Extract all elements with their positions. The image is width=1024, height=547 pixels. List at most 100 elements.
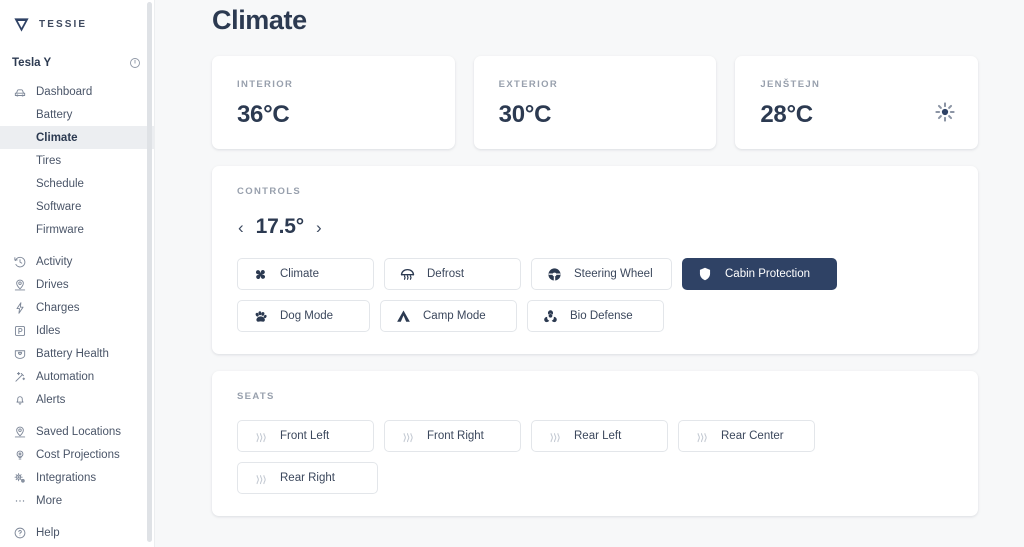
control-button-climate[interactable]: Climate xyxy=(237,258,374,290)
sidebar-scrollbar[interactable] xyxy=(147,2,152,542)
sidebar-item-alerts[interactable]: Alerts xyxy=(0,388,155,411)
control-button-label: Steering Wheel xyxy=(574,268,653,280)
fan-icon xyxy=(251,266,269,283)
heat-wave-icon xyxy=(398,428,416,445)
biohazard-icon xyxy=(541,308,559,325)
stat-label: JENŠTEJN xyxy=(760,79,821,90)
sidebar-item-drives[interactable]: Drives xyxy=(0,273,155,296)
seat-button-rear-center[interactable]: Rear Center xyxy=(678,420,815,452)
sidebar-item-battery[interactable]: Battery xyxy=(0,103,155,126)
tent-icon xyxy=(394,308,412,325)
sidebar-item-label: Charges xyxy=(36,301,80,314)
vehicle-name: Tesla Y xyxy=(12,57,52,69)
steering-icon xyxy=(545,266,563,283)
sidebar-item-label: Automation xyxy=(36,370,95,383)
stat-text: INTERIOR 36°C xyxy=(237,79,293,129)
sidebar-item-label: Dashboard xyxy=(36,85,93,98)
sidebar-item-idles[interactable]: Idles xyxy=(0,319,155,342)
seat-button-rear-left[interactable]: Rear Left xyxy=(531,420,668,452)
sidebar-item-label: Schedule xyxy=(36,177,84,190)
page-title: Climate xyxy=(212,5,307,35)
parking-icon xyxy=(12,324,28,338)
stat-label: EXTERIOR xyxy=(498,79,559,90)
sidebar-item-saved-locations[interactable]: Saved Locations xyxy=(0,420,155,443)
control-button-defrost[interactable]: Defrost xyxy=(384,258,521,290)
sidebar-item-label: Tires xyxy=(36,154,62,167)
seat-button-front-right[interactable]: Front Right xyxy=(384,420,521,452)
lightbulb-icon xyxy=(12,448,28,462)
sidebar-item-label: Battery xyxy=(36,108,73,121)
sidebar-item-schedule[interactable]: Schedule xyxy=(0,172,155,195)
control-button-label: Cabin Protection xyxy=(725,268,811,280)
brand-logo[interactable]: TESSIE xyxy=(0,0,155,36)
sidebar-item-label: Saved Locations xyxy=(36,425,122,438)
control-button-label: Climate xyxy=(280,268,319,280)
gears-icon xyxy=(12,471,28,485)
magic-wand-icon xyxy=(12,370,28,384)
stat-text: EXTERIOR 30°C xyxy=(499,79,558,129)
seats-section-label: SEATS xyxy=(237,391,275,402)
heat-wave-icon xyxy=(251,470,269,487)
power-icon[interactable] xyxy=(129,57,141,69)
seat-button-front-left[interactable]: Front Left xyxy=(237,420,374,452)
control-button-bio-defense[interactable]: Bio Defense xyxy=(527,300,664,332)
heat-wave-icon xyxy=(251,428,269,445)
seat-button-label: Rear Center xyxy=(721,430,784,442)
seats-card: SEATS Front Left Front Right Rear Left Rear… xyxy=(212,371,978,516)
control-button-dog-mode[interactable]: Dog Mode xyxy=(237,300,370,332)
stat-card: INTERIOR 36°C xyxy=(212,56,455,149)
sidebar-item-activity[interactable]: Activity xyxy=(0,250,155,273)
temp-increment-button[interactable]: › xyxy=(316,219,322,236)
sidebar-item-charges[interactable]: Charges xyxy=(0,296,155,319)
control-button-camp-mode[interactable]: Camp Mode xyxy=(380,300,517,332)
map-pin-icon xyxy=(12,425,28,439)
stat-cards: INTERIOR 36°C EXTERIOR 30°C JENŠTEJN 28°C xyxy=(212,56,979,149)
app-root: TESSIE Tesla Y Dashboard Battery Climate Ti… xyxy=(0,0,1024,547)
temperature-stepper: ‹ 17.5° › xyxy=(238,214,956,240)
bolt-icon xyxy=(12,301,28,315)
vehicle-selector[interactable]: Tesla Y xyxy=(0,52,155,74)
sidebar-item-label: Integrations xyxy=(36,471,97,484)
sidebar-item-firmware[interactable]: Firmware xyxy=(0,218,155,241)
route-icon xyxy=(12,278,28,292)
seat-button-label: Front Right xyxy=(427,430,484,442)
sidebar-item-tires[interactable]: Tires xyxy=(0,149,155,172)
bell-icon xyxy=(12,393,28,407)
sidebar-item-software[interactable]: Software xyxy=(0,195,155,218)
stat-value: 36°C xyxy=(237,101,290,128)
control-button-cabin-protection[interactable]: Cabin Protection xyxy=(682,258,837,290)
control-button-label: Bio Defense xyxy=(570,310,633,322)
sidebar-item-label: Firmware xyxy=(36,223,84,236)
paw-icon xyxy=(251,308,269,325)
sidebar-item-label: Help xyxy=(36,526,60,539)
sidebar-item-integrations[interactable]: Integrations xyxy=(0,466,155,489)
control-button-label: Camp Mode xyxy=(423,310,486,322)
seat-buttons: Front Left Front Right Rear Left Rear Cente… xyxy=(237,420,956,494)
temp-value: 17.5° xyxy=(255,215,304,238)
sidebar-item-more[interactable]: More xyxy=(0,489,155,512)
sidebar-item-cost-projections[interactable]: Cost Projections xyxy=(0,443,155,466)
ellipsis-icon xyxy=(12,494,28,508)
car-icon xyxy=(12,85,28,99)
heat-wave-icon xyxy=(692,428,710,445)
seat-button-rear-right[interactable]: Rear Right xyxy=(237,462,378,494)
sidebar-item-battery-health[interactable]: Battery Health xyxy=(0,342,155,365)
sidebar-item-dashboard[interactable]: Dashboard xyxy=(0,80,155,103)
stat-value: 28°C xyxy=(760,101,813,128)
seat-button-label: Rear Left xyxy=(574,430,622,442)
brand-name: TESSIE xyxy=(39,18,88,30)
stat-label: INTERIOR xyxy=(237,79,294,90)
shield-icon xyxy=(696,266,714,282)
control-button-label: Defrost xyxy=(427,268,465,280)
sidebar-item-label: Cost Projections xyxy=(36,448,120,461)
sidebar-item-label: Climate xyxy=(36,131,78,144)
sidebar-item-automation[interactable]: Automation xyxy=(0,365,155,388)
control-button-steering-wheel[interactable]: Steering Wheel xyxy=(531,258,672,290)
controls-section-label: CONTROLS xyxy=(237,186,302,197)
seat-button-label: Rear Right xyxy=(280,472,335,484)
sidebar-item-help[interactable]: Help xyxy=(0,521,155,544)
temp-decrement-button[interactable]: ‹ xyxy=(238,219,244,236)
sidebar-item-climate[interactable]: Climate xyxy=(0,126,155,149)
